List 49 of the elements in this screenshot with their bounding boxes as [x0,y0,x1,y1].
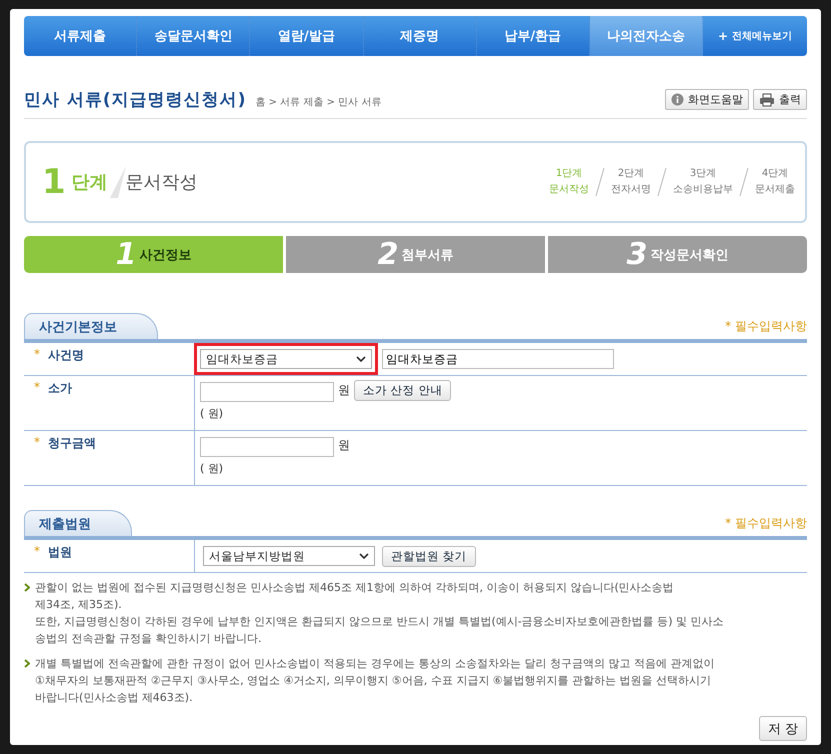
action-button[interactable]: 소가 산정 안내 [354,380,452,401]
text-input[interactable]: 임대차보증금 [382,349,614,369]
action-button[interactable]: 관할법원 찾기 [382,546,476,566]
menu-link[interactable]: + 전체메뉴보기 [703,16,808,56]
help-button[interactable]: 화면도움말 [665,89,749,110]
save-button[interactable]: 저 장 [759,716,807,741]
step-label: 3단계 소송비용납부 [673,167,733,197]
field-label: 사건명 [48,347,84,364]
field-label: 법원 [48,544,72,561]
required-note: * 필수입력사항 [725,318,807,335]
step-label: 2단계 전자서명 [611,167,651,197]
amount-note: ( 원) [200,406,224,421]
slash-icon [657,167,667,197]
unit-label: 원 [338,382,350,399]
notice-paragraph: 관할이 없는 법원에 접수된 지급명령신청은 민사소송법 제465조 제1항에 의하여 각하되며, 이송이 허용되지 않습니다(민사소송법 제34조, 제35조). 또한, 지급명령신청이 각하된 경우에 납부한 인지액은 환급되지 않으므로 반드시 개별 특별법(예시-금융소비자보호에관한법률 등) 및 민사소 송법의 전속관할 규정을 확인하시기 바랍니다. [35,580,724,647]
stage-name: 문서작성 [126,171,198,194]
field-label: 청구금액 [48,435,96,452]
page-title: 민사 서류(지급명령신청서) [24,89,246,111]
info-icon [671,93,684,106]
nav-tab[interactable]: 서류제출 [24,16,138,56]
notice-paragraph: 개별 특별법에 전속관할에 관한 규정이 없어 민사소송법이 적용되는 경우에는 통상의 소송절차와는 달리 청구금액의 많고 적음에 관계없이 ①채무자의 보통재판적 ②근무지 ③사무소, 영업소 ④거소지, 의무이행지 ⑤어음, 수표 지급지 ⑥불법행위지를 관할하는 법원을 선택하시기 바랍니다(민사소송법 제463조). [35,656,714,706]
amount-input[interactable] [200,382,334,402]
required-mark: * [34,435,40,449]
dropdown[interactable]: 서울남부지방법원 [203,546,375,566]
slash-icon [595,167,605,197]
chevron-down-icon [359,553,369,559]
nav-tab[interactable]: 제증명 [364,16,477,56]
required-note: * 필수입력사항 [725,515,807,532]
required-mark: * [34,544,40,558]
nav-tab[interactable]: 열람/발급 [250,16,364,56]
menu-label: 전체메뉴보기 [732,30,792,43]
required-mark: * [34,380,40,394]
amount-note: ( 원) [200,461,224,476]
field-label: 소가 [48,380,72,397]
step-label: 1단계 문서작성 [549,167,589,197]
chevron-down-icon [356,356,366,362]
amount-input[interactable] [200,437,334,457]
print-button[interactable]: 출력 [753,89,807,110]
stage-number: 1 [42,162,66,202]
unit-label: 원 [338,437,350,454]
dropdown[interactable]: 임대차보증금 [200,349,372,369]
stage-unit: 단계 [72,171,108,194]
required-mark: * [34,347,40,361]
printer-icon [759,92,775,106]
nav-tab[interactable]: 송달문서확인 [137,16,250,56]
plus-icon: + [718,29,728,43]
step-label: 4단계 문서제출 [755,167,795,197]
breadcrumb: 홈 > 서류 제출 > 민사 서류 [255,96,382,109]
slash-icon [739,167,749,197]
